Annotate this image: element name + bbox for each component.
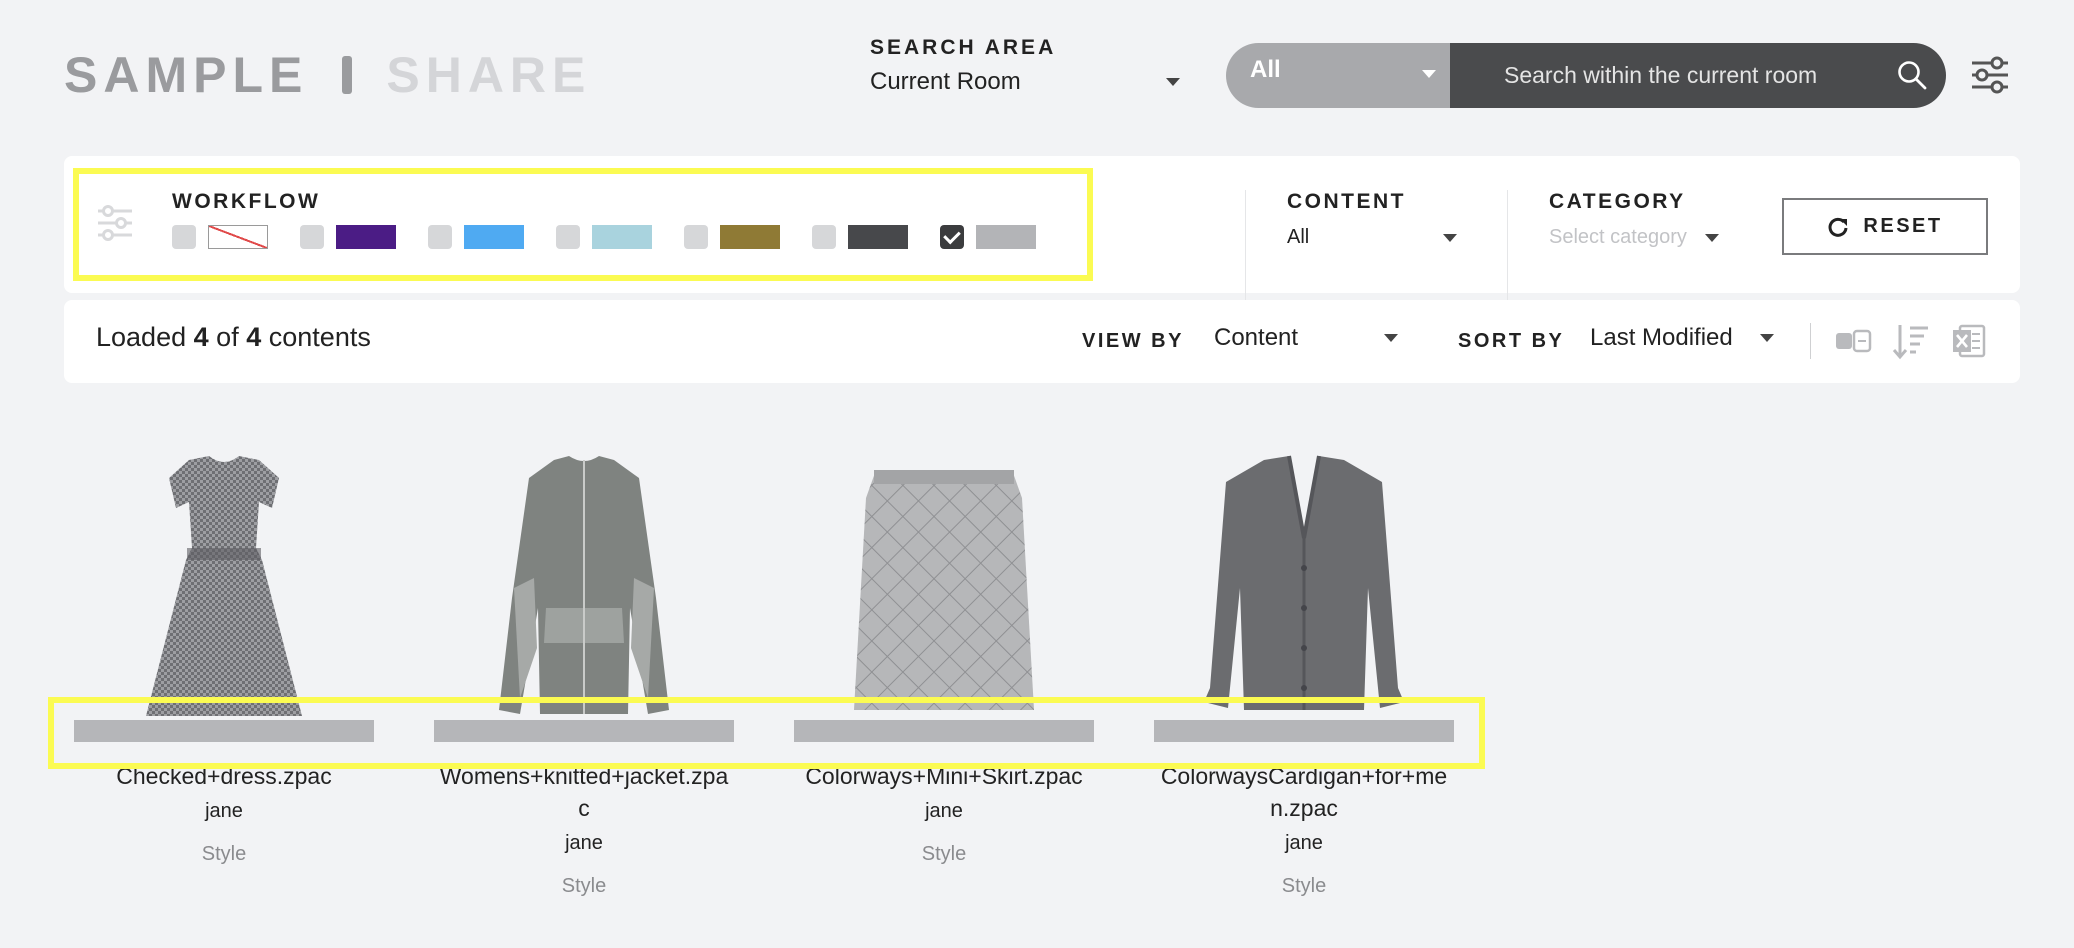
filter-settings-icon[interactable] bbox=[1970, 56, 2010, 94]
garment-thumbnail[interactable] bbox=[434, 438, 734, 720]
content-filter-label: CONTENT bbox=[1287, 190, 1406, 213]
loaded-prefix: Loaded bbox=[96, 322, 187, 352]
divider bbox=[1245, 190, 1246, 302]
view-toggle-icon[interactable] bbox=[1834, 322, 1872, 360]
content-type: Style bbox=[1281, 875, 1327, 897]
search-area-label: SEARCH AREA bbox=[870, 36, 1057, 59]
content-type: Style bbox=[561, 875, 607, 897]
brand-sample: SAMPLE bbox=[64, 47, 309, 103]
excel-export-icon[interactable] bbox=[1950, 322, 1988, 360]
content-owner: jane bbox=[1285, 832, 1323, 854]
chevron-down-icon bbox=[1166, 78, 1180, 86]
cards-highlight bbox=[48, 697, 1485, 769]
search-placeholder: Search within the current room bbox=[1504, 62, 1818, 88]
view-by-value: Content bbox=[1214, 324, 1299, 351]
content-card[interactable]: Colorways+Mini+Skirt.zpac jane Style bbox=[794, 438, 1094, 866]
content-owner: jane bbox=[565, 832, 603, 854]
garment-thumbnail[interactable] bbox=[1154, 438, 1454, 720]
chevron-down-icon bbox=[1443, 233, 1457, 242]
search-bar: All Search within the current room bbox=[1226, 43, 1946, 108]
garment-thumbnail[interactable] bbox=[794, 438, 1094, 720]
refresh-icon bbox=[1828, 217, 1848, 237]
reset-label: RESET bbox=[1863, 215, 1943, 237]
view-by-label: VIEW BY bbox=[1082, 330, 1184, 352]
search-area-value: Current Room bbox=[870, 68, 1021, 95]
search-icon[interactable] bbox=[1896, 59, 1928, 91]
category-filter-label: CATEGORY bbox=[1549, 190, 1686, 213]
content-name[interactable]: ColorwaysCardigan+for+men.zpac bbox=[1154, 760, 1454, 824]
content-card[interactable]: ColorwaysCardigan+for+men.zpac jane Styl… bbox=[1154, 438, 1454, 898]
content-owner: jane bbox=[205, 800, 243, 822]
loaded-of: of bbox=[216, 322, 239, 352]
divider bbox=[1507, 190, 1508, 302]
chevron-down-icon bbox=[1384, 334, 1398, 342]
category-filter[interactable]: CATEGORY Select category bbox=[1549, 190, 1719, 249]
divider bbox=[1810, 323, 1811, 359]
app-logo[interactable]: SAMPLE SHARE bbox=[64, 46, 591, 104]
view-by-select[interactable]: Content bbox=[1214, 324, 1398, 352]
content-card[interactable]: Checked+dress.zpac jane Style bbox=[74, 438, 374, 866]
brand-share: SHARE bbox=[386, 47, 592, 103]
content-type: Style bbox=[201, 843, 247, 865]
chevron-down-icon bbox=[1760, 334, 1774, 342]
loaded-count: 4 bbox=[193, 322, 209, 352]
content-filter[interactable]: CONTENT All bbox=[1287, 190, 1457, 249]
content-card[interactable]: Womens+knitted+jacket.zpac jane Style bbox=[434, 438, 734, 898]
reset-button[interactable]: RESET bbox=[1782, 198, 1988, 255]
search-scope-select[interactable]: All bbox=[1226, 43, 1450, 108]
chevron-down-icon bbox=[1422, 70, 1436, 78]
search-area-select[interactable]: SEARCH AREA Current Room bbox=[870, 36, 1180, 96]
content-name[interactable]: Womens+knitted+jacket.zpac bbox=[434, 760, 734, 824]
chevron-down-icon bbox=[1705, 233, 1719, 242]
search-input[interactable]: Search within the current room bbox=[1450, 43, 1946, 108]
category-filter-placeholder: Select category bbox=[1549, 226, 1687, 248]
workflow-highlight bbox=[73, 168, 1093, 281]
search-scope-value: All bbox=[1250, 56, 1281, 83]
content-type: Style bbox=[921, 843, 967, 865]
loaded-count-text: Loaded 4 of 4 contents bbox=[96, 322, 371, 353]
sort-by-label: SORT BY bbox=[1458, 330, 1565, 352]
loaded-suffix: contents bbox=[268, 322, 371, 352]
content-filter-value: All bbox=[1287, 226, 1310, 248]
sort-by-value: Last Modified bbox=[1590, 324, 1733, 351]
brand-separator bbox=[342, 56, 353, 94]
garment-thumbnail[interactable] bbox=[74, 438, 374, 720]
sort-by-select[interactable]: Last Modified bbox=[1590, 324, 1774, 352]
content-owner: jane bbox=[925, 800, 963, 822]
sort-order-icon[interactable] bbox=[1892, 322, 1930, 360]
loaded-total: 4 bbox=[246, 322, 262, 352]
